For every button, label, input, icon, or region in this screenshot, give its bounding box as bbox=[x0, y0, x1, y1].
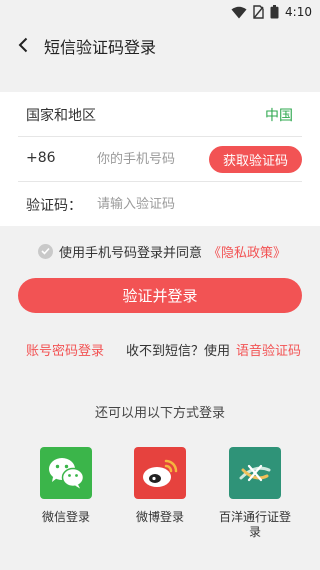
phone-row: +86 获取验证码 bbox=[0, 137, 320, 181]
no-sms-text: 收不到短信？使用 bbox=[126, 344, 231, 359]
wechat-login-label: 微信登录 bbox=[41, 510, 90, 524]
agree-checkbox[interactable] bbox=[38, 243, 53, 259]
voice-code-link[interactable]: 语音验证码 bbox=[236, 340, 301, 359]
country-code[interactable]: +86 bbox=[26, 150, 56, 166]
alternative-options: 账号密码登录 收不到短信？使用 语音验证码 bbox=[0, 340, 320, 359]
phone-input[interactable] bbox=[97, 150, 205, 168]
weibo-login[interactable]: 微博登录 bbox=[120, 447, 200, 547]
wechat-login[interactable]: 微信登录 bbox=[26, 447, 106, 547]
region-value[interactable]: 中国 bbox=[265, 105, 293, 125]
get-code-button[interactable]: 获取验证码 bbox=[209, 146, 302, 173]
agreement-row: 使用手机号码登录并同意 《隐私政策》 bbox=[38, 242, 286, 261]
baiyang-passport-icon[interactable] bbox=[229, 447, 281, 499]
status-time: 4:10 bbox=[285, 5, 312, 19]
battery-icon bbox=[270, 5, 279, 19]
region-label: 国家和地区 bbox=[26, 108, 96, 124]
verify-login-button[interactable]: 验证并登录 bbox=[18, 278, 302, 313]
other-methods-title: 还可以用以下方式登录 bbox=[94, 406, 225, 421]
back-arrow-icon bbox=[18, 37, 28, 53]
region-row[interactable]: 国家和地区 中国 bbox=[0, 92, 320, 136]
password-login-link[interactable]: 账号密码登录 bbox=[26, 340, 104, 359]
weibo-icon[interactable] bbox=[134, 447, 186, 499]
back-button[interactable] bbox=[10, 32, 36, 58]
no-sim-icon bbox=[253, 5, 264, 19]
wifi-icon bbox=[231, 6, 247, 18]
status-icons: 4:10 bbox=[231, 4, 312, 20]
code-row: 验证码： bbox=[0, 182, 320, 226]
agreement-text: 使用手机号码登录并同意 bbox=[59, 245, 203, 261]
baiyang-passport-login-label: 百洋通行证登录 bbox=[218, 510, 291, 539]
page-title: 短信验证码登录 bbox=[44, 38, 157, 57]
app-bar: 短信验证码登录 bbox=[0, 24, 320, 66]
check-icon bbox=[41, 247, 50, 255]
baiyang-passport-login[interactable]: 百洋通行证登录 bbox=[215, 447, 295, 547]
wechat-icon[interactable] bbox=[40, 447, 92, 499]
code-label: 验证码： bbox=[26, 198, 82, 214]
weibo-login-label: 微博登录 bbox=[135, 510, 184, 524]
status-bar: 4:10 bbox=[0, 0, 320, 24]
code-input[interactable] bbox=[97, 195, 277, 213]
privacy-policy-link[interactable]: 《隐私政策》 bbox=[208, 242, 286, 261]
login-form: 国家和地区 中国 +86 获取验证码 验证码： bbox=[0, 92, 320, 226]
